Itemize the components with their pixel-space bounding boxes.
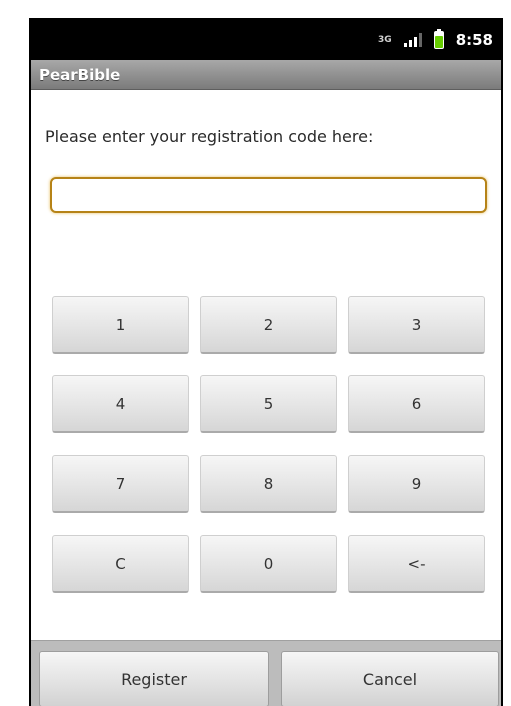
key-3[interactable]: 3	[348, 296, 485, 354]
key-7[interactable]: 7	[52, 455, 189, 513]
key-8[interactable]: 8	[200, 455, 337, 513]
key-1[interactable]: 1	[52, 296, 189, 354]
key-4[interactable]: 4	[52, 375, 189, 433]
register-button[interactable]: Register	[39, 651, 269, 706]
key-6[interactable]: 6	[348, 375, 485, 433]
key-2[interactable]: 2	[200, 296, 337, 354]
phone-screen: 3G 8:58 PearBible Please enter your regi…	[29, 18, 503, 706]
numeric-keypad: 1 2 3 4 5 6 7 8 9 C 0 <-	[31, 20, 501, 706]
key-5[interactable]: 5	[200, 375, 337, 433]
cancel-button[interactable]: Cancel	[281, 651, 499, 706]
key-backspace[interactable]: <-	[348, 535, 485, 593]
action-bar: Register Cancel	[31, 640, 501, 706]
key-0[interactable]: 0	[200, 535, 337, 593]
key-9[interactable]: 9	[348, 455, 485, 513]
key-clear[interactable]: C	[52, 535, 189, 593]
